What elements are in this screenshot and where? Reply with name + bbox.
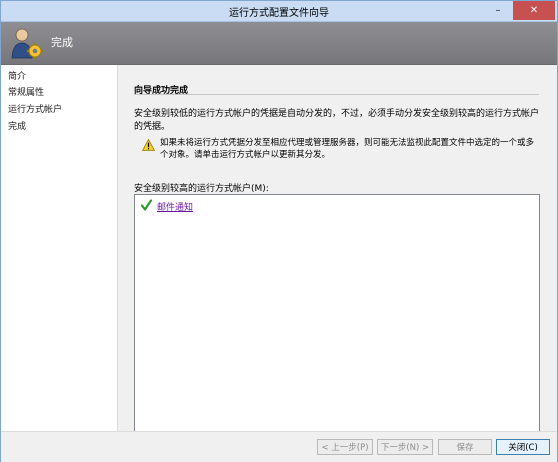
wizard-steps-sidebar: 简介 常规属性 运行方式帐户 完成 [1,65,118,431]
previous-button[interactable]: < 上一步(P) [317,439,373,455]
warning-icon [142,139,155,151]
run-as-accounts-list[interactable]: 邮件通知 [134,194,540,443]
sidebar-item-general-properties[interactable]: 常规属性 [8,85,44,98]
content-panel: 向导成功完成 安全级别较低的运行方式帐户的凭据是自动分发的，不过，必须手动分发安… [118,65,557,443]
warning-text: 如果未将运行方式凭据分发至相应代理或管理服务器，则可能无法监视此配置文件中选定的… [160,138,535,160]
sidebar-item-completion[interactable]: 完成 [8,119,26,132]
title-bar[interactable]: 运行方式配置文件向导 – ✕ [1,1,557,22]
sidebar-item-intro[interactable]: 简介 [8,69,26,82]
close-button[interactable]: 关闭(C) [496,439,550,455]
user-gear-icon [11,28,43,59]
account-link[interactable]: 邮件通知 [157,200,193,213]
completion-message: 安全级别较低的运行方式帐户的凭据是自动分发的，不过，必须手动分发安全级别较高的运… [134,109,540,132]
window-title: 运行方式配置文件向导 [229,8,329,19]
next-button[interactable]: 下一步(N) > [377,439,433,455]
check-icon [141,199,152,211]
wizard-window: 运行方式配置文件向导 – ✕ 完成 简介 常规属性 运行方式帐户 完成 向导成功… [0,0,558,462]
section-divider [134,94,539,95]
page-title: 完成 [51,36,73,49]
accounts-list-label: 安全级别较高的运行方式帐户(M): [134,184,269,194]
wizard-footer: < 上一步(P) 下一步(N) > 保存 关闭(C) [1,431,557,462]
sidebar-item-run-as-accounts[interactable]: 运行方式帐户 [8,102,62,115]
close-window-button[interactable]: ✕ [513,1,555,20]
save-button[interactable]: 保存 [438,439,492,455]
wizard-header: 完成 [1,22,557,65]
minimize-button[interactable]: – [485,1,511,20]
